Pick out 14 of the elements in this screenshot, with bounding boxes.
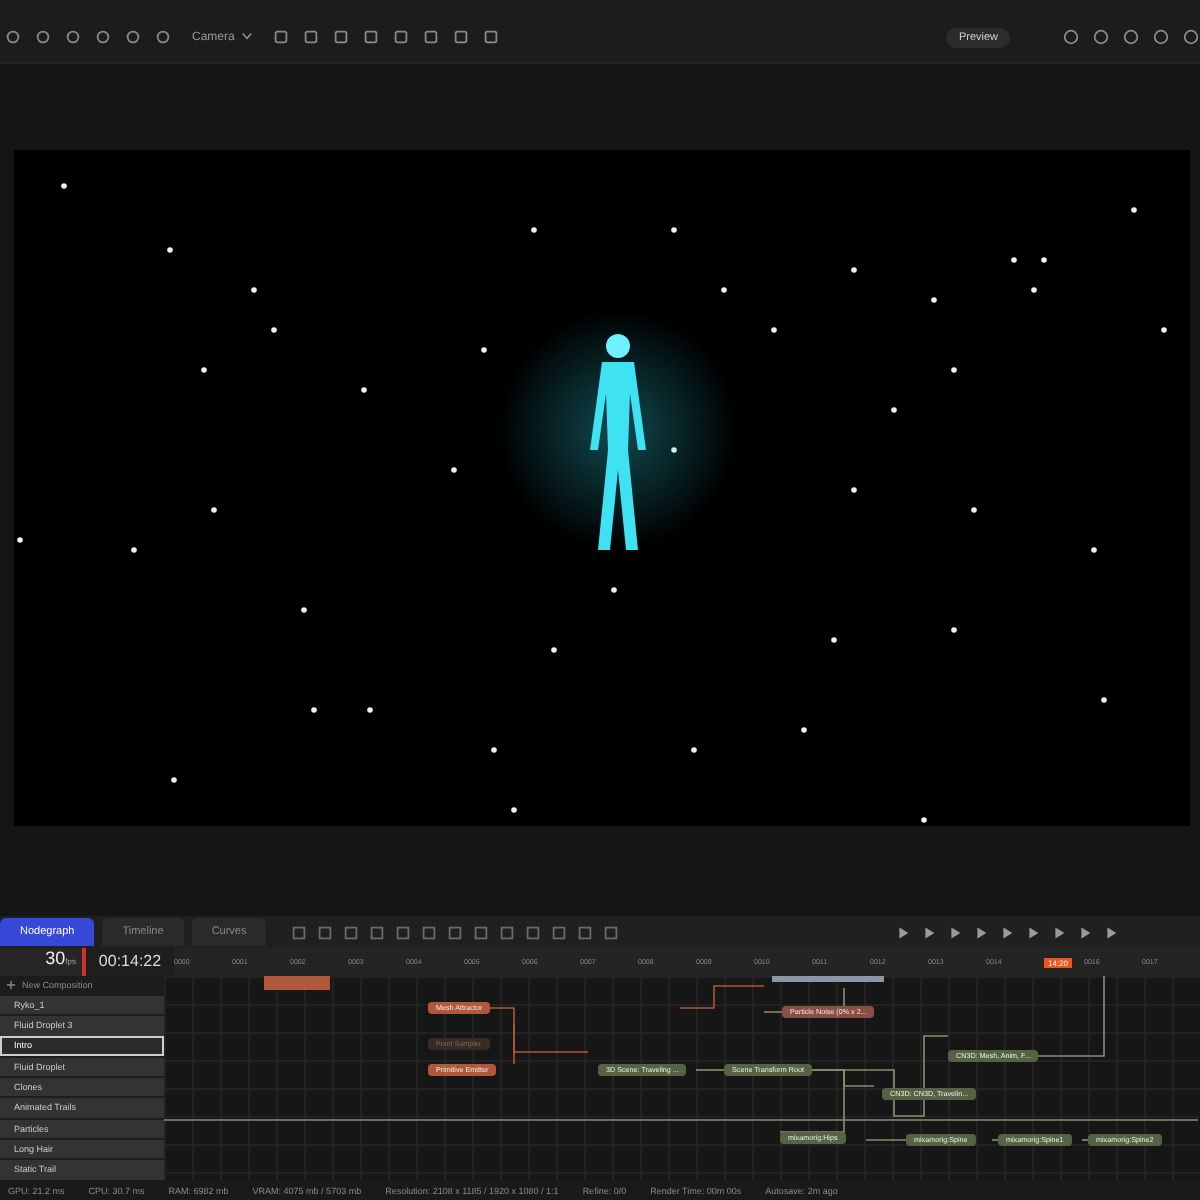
plus-icon [6,980,16,990]
connector-line [695,1069,725,1071]
node-graph-canvas[interactable] [164,976,1200,1180]
connector-line [1035,976,1105,1057]
connector-line [991,1139,999,1141]
connector-line [1081,1139,1089,1141]
circle-icon[interactable] [34,28,52,46]
play-icon[interactable] [1024,923,1042,941]
connector-line [865,1139,907,1141]
selection-bar [772,976,884,982]
caret-icon [242,31,253,39]
timecode-display: 00:14:22 [96,950,164,974]
connector-line [679,985,765,1009]
node-block[interactable] [264,976,330,990]
